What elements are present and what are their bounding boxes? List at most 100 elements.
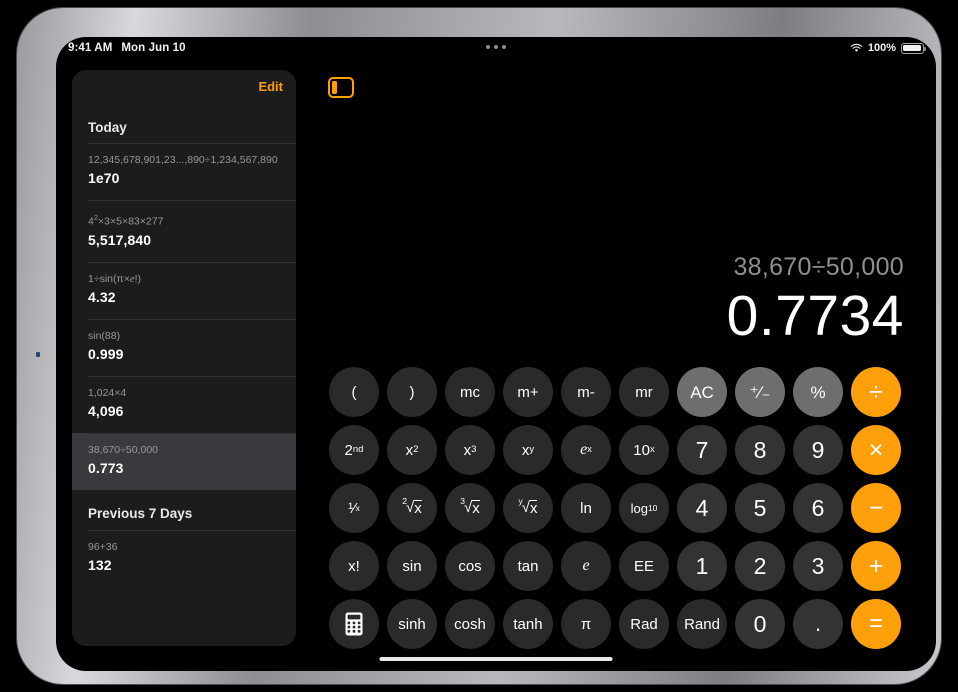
history-expression: sin(88): [88, 329, 121, 342]
key-rad[interactable]: Rad: [619, 599, 669, 649]
ipad-screen: 9:41 AM Mon Jun 10 100% Edit Today 12,34…: [56, 37, 936, 671]
key-ten-power-x[interactable]: 10 x: [619, 425, 669, 475]
key-m-minus[interactable]: m-: [561, 367, 611, 417]
key-sign-toggle[interactable]: ⁺∕₋: [735, 367, 785, 417]
status-bar-right: 100%: [850, 42, 926, 54]
key-cos[interactable]: cos: [445, 541, 495, 591]
key-x-cubed[interactable]: x3: [445, 425, 495, 475]
history-expression: 42×3×5×83×277: [88, 213, 164, 228]
key-6[interactable]: 6: [793, 483, 843, 533]
key-x-squared[interactable]: x2: [387, 425, 437, 475]
display-expression: 38,670÷50,000: [733, 253, 904, 281]
key-cosh[interactable]: cosh: [445, 599, 495, 649]
section-header-previous-7-days: Previous 7 Days: [88, 505, 193, 521]
key-factorial[interactable]: x!: [329, 541, 379, 591]
keypad-row-2: 2nd x2 x3 xy ex 10 x 7 8 9 ×: [329, 425, 901, 475]
status-date: Mon Jun 10: [121, 42, 186, 54]
battery-full-icon: [901, 42, 926, 54]
key-8[interactable]: 8: [735, 425, 785, 475]
key-0[interactable]: 0: [735, 599, 785, 649]
key-mr[interactable]: mr: [619, 367, 669, 417]
history-expression: 38,670÷50,000: [88, 443, 158, 456]
key-mc[interactable]: mc: [445, 367, 495, 417]
key-multiply[interactable]: ×: [851, 425, 901, 475]
key-decimal-point[interactable]: .: [793, 599, 843, 649]
key-open-paren[interactable]: (: [329, 367, 379, 417]
section-header-today: Today: [88, 120, 127, 135]
edit-button[interactable]: Edit: [258, 79, 283, 94]
history-result: 1e70: [88, 170, 120, 186]
history-result: 0.773: [88, 459, 124, 476]
history-sidebar: Edit Today 12,345,678,901,23...,890÷1,23…: [72, 70, 296, 646]
keypad-row-3: ¹⁄ x 2 √ x 3 √ x y √ x ln log 10 4 5 6 −: [329, 483, 901, 533]
ipad-device-frame: 9:41 AM Mon Jun 10 100% Edit Today 12,34…: [17, 8, 941, 684]
history-row[interactable]: 42×3×5×83×277 5,517,840: [72, 200, 296, 262]
key-5[interactable]: 5: [735, 483, 785, 533]
history-row[interactable]: 96+36 132: [72, 529, 296, 587]
key-percent[interactable]: %: [793, 367, 843, 417]
key-square-root[interactable]: 2 √ x: [387, 483, 437, 533]
history-row[interactable]: 12,345,678,901,23...,890÷1,234,567,890 1…: [72, 143, 296, 200]
key-4[interactable]: 4: [677, 483, 727, 533]
key-m-plus[interactable]: m+: [503, 367, 553, 417]
key-add[interactable]: +: [851, 541, 901, 591]
key-cube-root[interactable]: 3 √ x: [445, 483, 495, 533]
key-rand[interactable]: Rand: [677, 599, 727, 649]
key-nth-root[interactable]: y √ x: [503, 483, 553, 533]
calculator-keypad: ( ) mc m+ m- mr AC ⁺∕₋ % ÷ 2nd x2 x3 xy …: [329, 367, 901, 657]
key-close-paren[interactable]: ): [387, 367, 437, 417]
history-result: 4.32: [88, 288, 116, 305]
status-bar: 9:41 AM Mon Jun 10 100%: [56, 37, 936, 65]
battery-percent-label: 100%: [867, 42, 896, 54]
key-natural-log[interactable]: ln: [561, 483, 611, 533]
history-result: 4,096: [88, 402, 124, 419]
history-expression: 12,345,678,901,23...,890÷1,234,567,890: [88, 154, 278, 166]
key-sinh[interactable]: sinh: [387, 599, 437, 649]
status-bar-left: 9:41 AM Mon Jun 10: [68, 42, 186, 54]
key-2[interactable]: 2: [735, 541, 785, 591]
key-divide[interactable]: ÷: [851, 367, 901, 417]
keypad-row-4: x! sin cos tan e EE 1 2 3 +: [329, 541, 901, 591]
key-second-function[interactable]: 2nd: [329, 425, 379, 475]
calculator-display: 38,670÷50,000 0.7734: [727, 252, 904, 348]
history-result: 132: [88, 556, 112, 573]
volume-button-marker: [36, 352, 40, 357]
display-result: 0.7734: [726, 284, 904, 348]
key-tanh[interactable]: tanh: [503, 599, 553, 649]
wifi-icon: [850, 43, 863, 53]
key-subtract[interactable]: −: [851, 483, 901, 533]
key-reciprocal[interactable]: ¹⁄ x: [329, 483, 379, 533]
key-sin[interactable]: sin: [387, 541, 437, 591]
home-indicator[interactable]: [379, 657, 613, 661]
history-row[interactable]: 1,024×4 4,096: [72, 375, 296, 433]
key-ee[interactable]: EE: [619, 541, 669, 591]
keypad-row-1: ( ) mc m+ m- mr AC ⁺∕₋ % ÷: [329, 367, 901, 417]
history-result: 0.999: [88, 345, 124, 362]
key-pi[interactable]: π: [561, 599, 611, 649]
key-1[interactable]: 1: [677, 541, 727, 591]
key-log-base-10[interactable]: log 10: [619, 483, 669, 533]
sidebar-header: Edit: [72, 70, 296, 112]
history-result: 5,517,840: [88, 231, 152, 248]
history-expression: 1÷sin(π×e!): [88, 272, 141, 285]
key-3[interactable]: 3: [793, 541, 843, 591]
history-expression: 96+36: [88, 540, 118, 553]
status-time: 9:41 AM: [68, 42, 113, 54]
key-9[interactable]: 9: [793, 425, 843, 475]
key-euler-e[interactable]: e: [561, 541, 611, 591]
key-x-power-y[interactable]: xy: [503, 425, 553, 475]
history-row-selected[interactable]: 38,670÷50,000 0.773: [72, 432, 296, 490]
multitask-dots-icon[interactable]: [486, 45, 506, 49]
key-equals[interactable]: =: [851, 599, 901, 649]
sidebar-toggle-icon[interactable]: [328, 77, 354, 98]
history-row[interactable]: 1÷sin(π×e!) 4.32: [72, 261, 296, 319]
key-e-power-x[interactable]: ex: [561, 425, 611, 475]
history-row[interactable]: sin(88) 0.999: [72, 318, 296, 376]
key-7[interactable]: 7: [677, 425, 727, 475]
calculator-icon[interactable]: [329, 599, 379, 649]
keypad-row-5: sinh cosh tanh π Rad Rand 0 . =: [329, 599, 901, 649]
history-expression: 1,024×4: [88, 386, 127, 399]
key-tan[interactable]: tan: [503, 541, 553, 591]
key-all-clear[interactable]: AC: [677, 367, 727, 417]
screenshot-root: 9:41 AM Mon Jun 10 100% Edit Today 12,34…: [0, 0, 958, 692]
